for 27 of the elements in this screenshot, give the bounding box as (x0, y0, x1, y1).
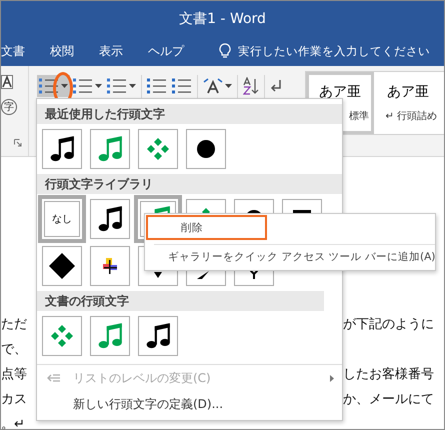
ribbon-tab[interactable]: 校閲 (50, 42, 74, 60)
document-text: 点等 (1, 367, 27, 382)
section-header: 行頭文字ライブラリ (37, 174, 342, 194)
document-text: が下記のように (343, 317, 434, 332)
document-text: したお客様番号 (343, 367, 434, 382)
style-name: ↵ 行頭詰め (385, 110, 438, 123)
ribbon-tab[interactable]: 文書 (1, 42, 25, 60)
none-label: なし (52, 213, 72, 226)
style-sample: あア亜 (387, 83, 429, 101)
style-sample: あア亜 (319, 83, 361, 101)
style-item[interactable]: あア亜 ↵ 行頭詰め (374, 72, 442, 134)
document-text: ただ (1, 317, 27, 332)
window-title: 文書1 - Word (179, 10, 266, 28)
style-name: 標準 (349, 110, 370, 123)
document-text: カス (1, 392, 27, 407)
section-header: 最近使用した行頭文字 (37, 104, 342, 124)
ribbon-tab[interactable]: ヘルプ (148, 42, 184, 60)
tell-me-field[interactable]: 実行したい作業を入力してください (238, 44, 434, 58)
document-text: か、メールにて (343, 392, 434, 407)
context-menu-item[interactable]: ギャラリーをクイック アクセス ツール バーに追加(A) (146, 244, 438, 270)
section-header: 文書の行頭文字 (37, 291, 324, 311)
context-menu-item[interactable]: 削除 (146, 215, 267, 240)
bullet-tile[interactable]: なし (38, 195, 86, 243)
menu-command[interactable]: 新しい行頭文字の定義(D)... (37, 391, 342, 417)
ribbon-tab[interactable]: 表示 (99, 42, 123, 60)
enclosed-character[interactable]: 字 (1, 99, 17, 115)
document-text: で、 (1, 342, 27, 357)
